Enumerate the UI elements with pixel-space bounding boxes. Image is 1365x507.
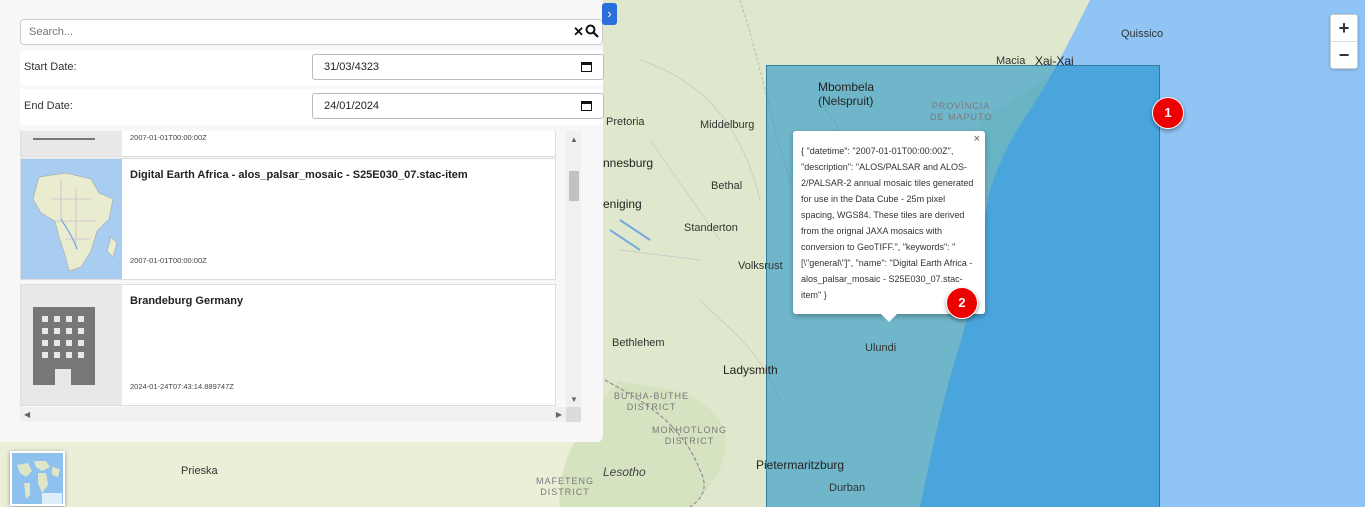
feature-popup: × { "datetime": "2007-01-01T00:00:00Z", … xyxy=(793,131,985,322)
scroll-left-arrow-icon[interactable]: ◀ xyxy=(24,410,30,419)
end-date-row: End Date: 24/01/2024 xyxy=(20,89,604,125)
minimap-thumbnail[interactable] xyxy=(10,451,65,506)
scrollbar-thumb[interactable] xyxy=(569,171,579,201)
item-date: 2024-01-24T07:43:14.889747Z xyxy=(130,382,234,391)
end-date-input[interactable]: 24/01/2024 xyxy=(312,93,604,119)
item-thumbnail xyxy=(21,159,122,279)
map-label-ladysmith: Ladysmith xyxy=(723,363,778,377)
start-date-label: Start Date: xyxy=(24,61,77,73)
search-input[interactable] xyxy=(29,20,559,44)
map-label-nelspruit: (Nelspruit) xyxy=(818,94,874,108)
search-icon[interactable] xyxy=(585,24,599,38)
annotation-badge-1: 1 xyxy=(1152,97,1184,129)
map-label-quissico: Quissico xyxy=(1121,28,1164,40)
map-label-mafeteng: MAFETENG DISTRICT xyxy=(536,476,595,497)
map-label-bethlehem: Bethlehem xyxy=(612,337,665,349)
map-label-maputo-province: PROVÍNCIA DE MAPUTO xyxy=(930,101,993,122)
item-title: Brandeburg Germany xyxy=(130,295,244,307)
map-label-macia: Macia xyxy=(996,55,1026,67)
map-label-pietermaritzburg: Pietermaritzburg xyxy=(756,458,845,472)
scrollbar-corner xyxy=(566,407,581,422)
item-date: 2007-01-01T00:00:00Z xyxy=(130,256,207,265)
start-date-value: 31/03/4323 xyxy=(324,61,380,73)
map-label-butha-buthe: BUTHA-BUTHE DISTRICT xyxy=(614,391,690,412)
zoom-in-button[interactable]: + xyxy=(1331,15,1357,41)
world-map-icon xyxy=(12,453,63,504)
map-label-lesotho: Lesotho xyxy=(603,465,646,479)
list-item[interactable]: 2007-01-01T00:00:00Z xyxy=(20,131,556,157)
scroll-right-arrow-icon[interactable]: ▶ xyxy=(556,410,562,419)
start-date-input[interactable]: 31/03/4323 xyxy=(312,54,604,80)
map-label-bethal: Bethal xyxy=(711,180,743,192)
zoom-out-button[interactable]: − xyxy=(1331,41,1357,68)
map-label-ulundi: Ulundi xyxy=(865,342,897,354)
calendar-icon[interactable] xyxy=(581,61,592,72)
map-label-standerton: Standerton xyxy=(684,222,738,234)
search-panel: ✕ Start Date: 31/03/4323 End Date: 24/01… xyxy=(0,0,604,442)
item-thumbnail xyxy=(21,285,122,405)
map-label-mokhotlong: MOKHOTLONG DISTRICT xyxy=(652,425,728,446)
end-date-label: End Date: xyxy=(24,100,73,112)
building-icon xyxy=(33,307,95,385)
map-label-prieska: Prieska xyxy=(181,465,218,477)
map-label-middelburg: Middelburg xyxy=(700,119,755,131)
calendar-icon[interactable] xyxy=(581,100,592,111)
item-thumbnail xyxy=(21,131,122,156)
end-date-value: 24/01/2024 xyxy=(324,100,380,112)
horizontal-scrollbar[interactable]: ◀ ▶ xyxy=(20,407,566,422)
panel-toggle-button[interactable]: › xyxy=(602,3,617,25)
start-date-row: Start Date: 31/03/4323 xyxy=(20,50,604,86)
popup-content: { "datetime": "2007-01-01T00:00:00Z", "d… xyxy=(801,146,974,300)
map-label-mbombela: Mbombela xyxy=(818,80,875,94)
scroll-down-arrow-icon[interactable]: ▼ xyxy=(570,395,578,404)
annotation-badge-2: 2 xyxy=(946,287,978,319)
map-label-durban: Durban xyxy=(829,482,866,494)
map-label-xai-xai: Xai-Xai xyxy=(1035,54,1074,68)
map-label-johannesburg: nnesburg xyxy=(603,156,654,170)
map-label-pretoria: Pretoria xyxy=(606,116,645,128)
results-list: 2007-01-01T00:00:00Z Digital Earth Afric… xyxy=(20,131,566,407)
map-label-volksrust: Volksrust xyxy=(738,260,783,272)
building-icon xyxy=(33,132,95,140)
map-label-eniging: eniging xyxy=(603,197,642,211)
list-item[interactable]: Brandeburg Germany 2024-01-24T07:43:14.8… xyxy=(20,284,556,406)
scroll-up-arrow-icon[interactable]: ▲ xyxy=(570,135,578,144)
item-date: 2007-01-01T00:00:00Z xyxy=(130,133,207,142)
zoom-control: + − xyxy=(1330,14,1358,69)
item-title: Digital Earth Africa - alos_palsar_mosai… xyxy=(130,169,468,181)
chevron-right-icon: › xyxy=(607,6,612,21)
clear-search-icon[interactable]: ✕ xyxy=(573,24,584,40)
africa-map-icon xyxy=(21,159,122,279)
list-item[interactable]: Digital Earth Africa - alos_palsar_mosai… xyxy=(20,158,556,280)
search-box: ✕ xyxy=(20,19,603,45)
vertical-scrollbar[interactable]: ▲ ▼ xyxy=(566,131,581,407)
